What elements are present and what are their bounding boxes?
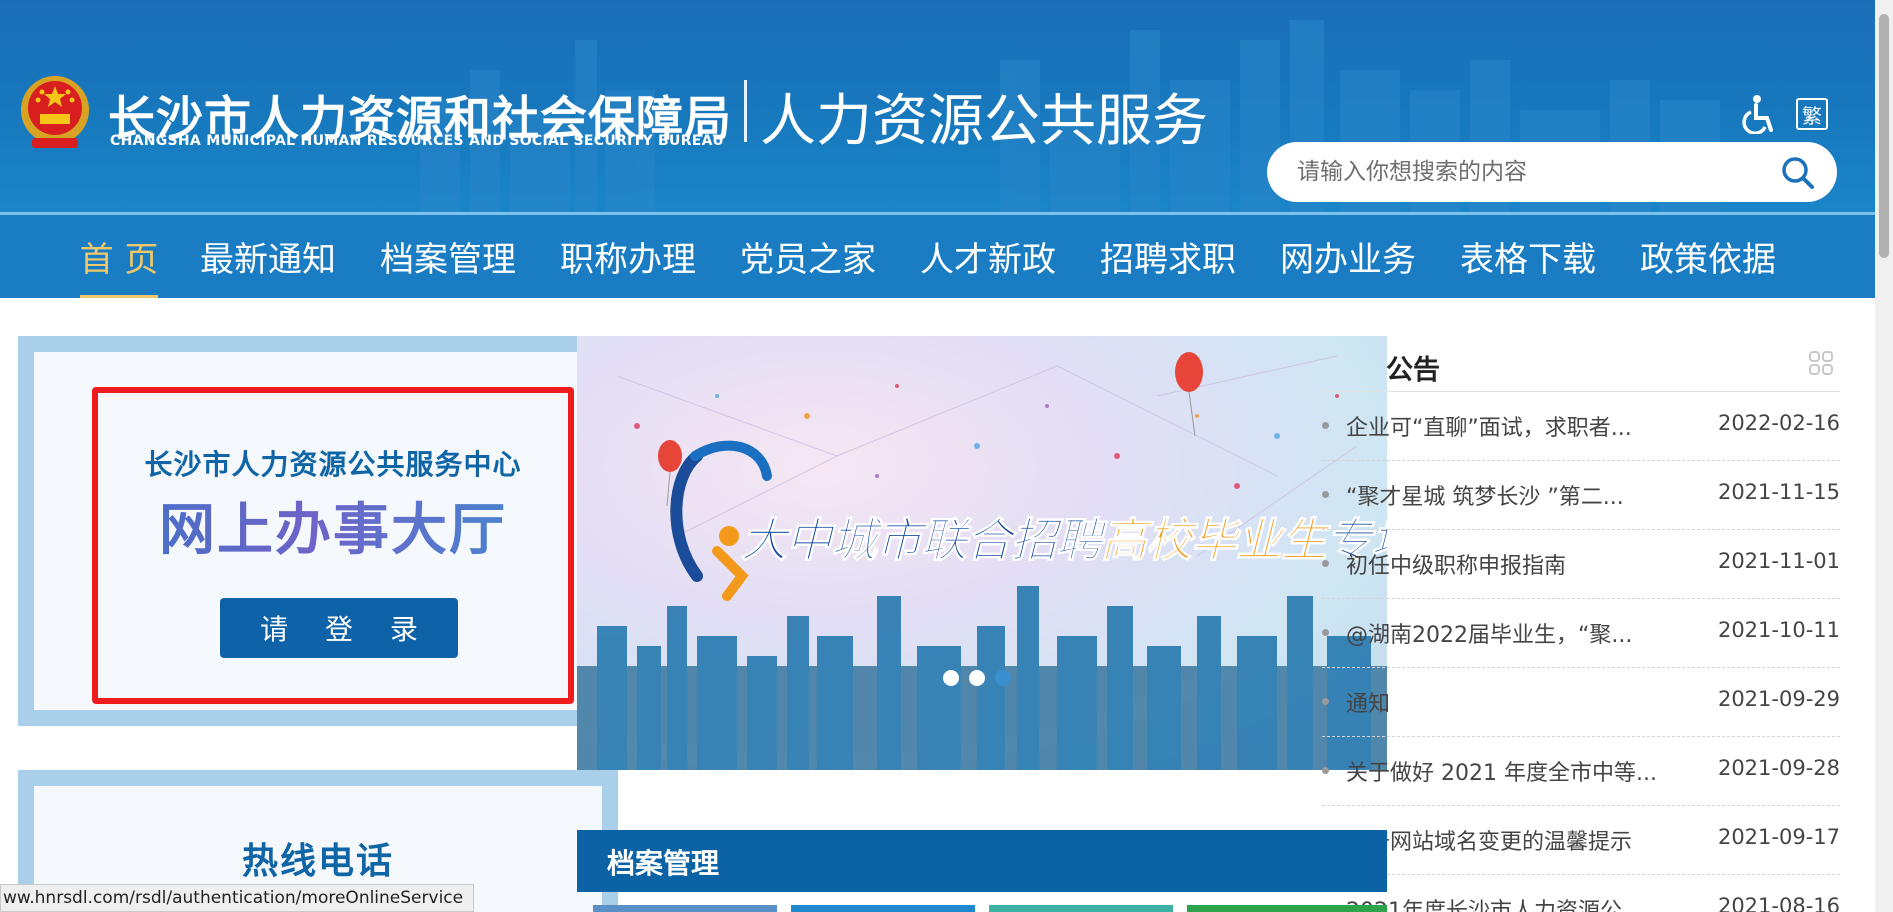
nav-item-0[interactable]: 首 页 (60, 215, 178, 298)
announcements-header: 公告 (1322, 336, 1840, 392)
nav-item-1[interactable]: 最新通知 (178, 215, 358, 298)
announcement-title[interactable]: “聚才星城 筑梦长沙 ”第二... (1346, 479, 1686, 511)
nav-item-3[interactable]: 职称办理 (538, 215, 718, 298)
archive-tab-3[interactable] (989, 905, 1173, 912)
carousel-dot-2[interactable] (995, 670, 1011, 686)
scrollbar-thumb[interactable] (1879, 14, 1889, 258)
announcement-item[interactable]: “聚才星城 筑梦长沙 ”第二... 2021-11-15 (1322, 461, 1840, 530)
search-button[interactable] (1777, 152, 1819, 194)
announcement-date: 2021-09-29 (1717, 687, 1840, 711)
online-hall-panel: 长沙市人力资源公共服务中心 网上办事大厅 请 登 录 (18, 336, 578, 726)
nav-item-5[interactable]: 人才新政 (898, 215, 1078, 298)
announcement-title[interactable]: 企业可“直聊”面试，求职者... (1346, 410, 1686, 442)
banner-carousel[interactable]: 大中城市联合招聘高校毕业生专场活动 (577, 336, 1387, 770)
carousel-dot-0[interactable] (943, 670, 959, 686)
nav-item-9[interactable]: 政策依据 (1618, 215, 1798, 298)
nav-item-8[interactable]: 表格下载 (1438, 215, 1618, 298)
online-hall-title: 网上办事大厅 (98, 485, 568, 566)
announcements-panel: 公告 企业可“直聊”面试，求职者... 2022-02-16 “聚才星城 筑梦长沙 … (1322, 336, 1840, 912)
search-box (1267, 142, 1837, 202)
announcement-date: 2021-09-28 (1717, 756, 1840, 780)
banner-title-part2: 高校毕业生 (1101, 513, 1328, 568)
announcement-title[interactable]: 关于网站域名变更的温馨提示 (1346, 824, 1686, 856)
title-divider (744, 80, 747, 142)
wheelchair-icon (1742, 95, 1773, 134)
bullet-icon (1322, 422, 1329, 429)
search-input[interactable] (1297, 156, 1757, 188)
announcement-date: 2021-10-11 (1717, 618, 1840, 642)
carousel-dot-1[interactable] (969, 670, 985, 686)
announcement-date: 2021-08-16 (1717, 894, 1840, 912)
more-grid-icon[interactable] (1808, 350, 1834, 376)
nav-item-6[interactable]: 招聘求职 (1078, 215, 1258, 298)
national-emblem-icon (21, 76, 89, 148)
page: 长沙市人力资源和社会保障局 CHANGSHA MUNICIPAL HUMAN R… (0, 0, 1893, 912)
bullet-icon (1322, 560, 1329, 567)
announcement-date: 2021-11-01 (1717, 549, 1840, 573)
announcement-item[interactable]: 2021年度长沙市人力资源公... 2021-08-16 (1322, 875, 1840, 912)
announcement-title[interactable]: 初任中级职称申报指南 (1346, 548, 1686, 580)
archive-tab-4[interactable] (1187, 905, 1387, 912)
announcement-date: 2021-09-17 (1717, 825, 1840, 849)
accessibility-button[interactable] (1737, 94, 1775, 134)
announcements-title: 公告 (1386, 355, 1440, 386)
nav-item-2[interactable]: 档案管理 (358, 215, 538, 298)
banner-title: 大中城市联合招聘高校毕业生专场活动 (741, 504, 1388, 570)
announcement-item[interactable]: 通知 2021-09-29 (1322, 668, 1840, 737)
announcement-item[interactable]: 企业可“直聊”面试，求职者... 2022-02-16 (1322, 392, 1840, 461)
main-nav: 首 页最新通知 档案管理 职称办理 党员之家 人才新政 招聘求职 网办业务 表格下载 政策依据 (0, 212, 1875, 298)
bullet-icon (1322, 629, 1329, 636)
archive-tab-2[interactable] (791, 905, 975, 912)
main-nav-list: 首 页最新通知 档案管理 职称办理 党员之家 人才新政 招聘求职 网办业务 表格下载 政策依据 (60, 215, 1798, 298)
service-title: 人力资源公共服务 (760, 89, 1208, 154)
bullet-icon (1322, 767, 1329, 774)
status-bar-url: ww.hnrsdl.com/rsdl/authentication/moreOn… (0, 884, 475, 912)
announcement-title[interactable]: 2021年度长沙市人力资源公... (1346, 893, 1686, 912)
archive-section-title[interactable]: 档案管理 (607, 842, 719, 882)
traditional-chinese-toggle[interactable]: 繁 (1796, 98, 1828, 130)
announcement-date: 2021-11-15 (1717, 480, 1840, 504)
search-icon (1782, 157, 1814, 189)
announcement-item[interactable]: @湖南2022届毕业生，“聚... 2021-10-11 (1322, 599, 1840, 668)
online-hall-card: 长沙市人力资源公共服务中心 网上办事大厅 请 登 录 (34, 352, 578, 710)
nav-item-7[interactable]: 网办业务 (1258, 215, 1438, 298)
nav-item-4[interactable]: 党员之家 (718, 215, 898, 298)
bullet-icon (1322, 491, 1329, 498)
banner-title-part1: 大中城市联合招聘 (741, 513, 1103, 568)
site-header: 长沙市人力资源和社会保障局 CHANGSHA MUNICIPAL HUMAN R… (0, 0, 1875, 212)
login-button[interactable]: 请 登 录 (220, 598, 458, 658)
carousel-indicators (943, 670, 1011, 686)
announcement-title[interactable]: @湖南2022届毕业生，“聚... (1346, 617, 1686, 649)
announcement-item[interactable]: 关于网站域名变更的温馨提示 2021-09-17 (1322, 806, 1840, 875)
announcement-item[interactable]: 初任中级职称申报指南 2021-11-01 (1322, 530, 1840, 599)
announcement-item[interactable]: 关于做好 2021 年度全市中等... 2021-09-28 (1322, 737, 1840, 806)
announcement-title[interactable]: 关于做好 2021 年度全市中等... (1346, 755, 1686, 787)
bullet-icon (1322, 698, 1329, 705)
archive-tab-1[interactable] (593, 905, 777, 912)
hotline-title: 热线电话 (241, 841, 394, 882)
site-subtitle-english: CHANGSHA MUNICIPAL HUMAN RESOURCES AND S… (110, 133, 725, 149)
login-highlight-box: 长沙市人力资源公共服务中心 网上办事大厅 请 登 录 (92, 387, 574, 704)
page-scrollbar[interactable] (1875, 0, 1893, 912)
announcement-date: 2022-02-16 (1717, 411, 1840, 435)
service-center-name: 长沙市人力资源公共服务中心 (144, 448, 522, 481)
archive-section-header: 档案管理 (577, 830, 1387, 892)
announcement-title[interactable]: 通知 (1346, 686, 1686, 718)
announcements-list: 企业可“直聊”面试，求职者... 2022-02-16 “聚才星城 筑梦长沙 ”第二… (1322, 392, 1840, 912)
